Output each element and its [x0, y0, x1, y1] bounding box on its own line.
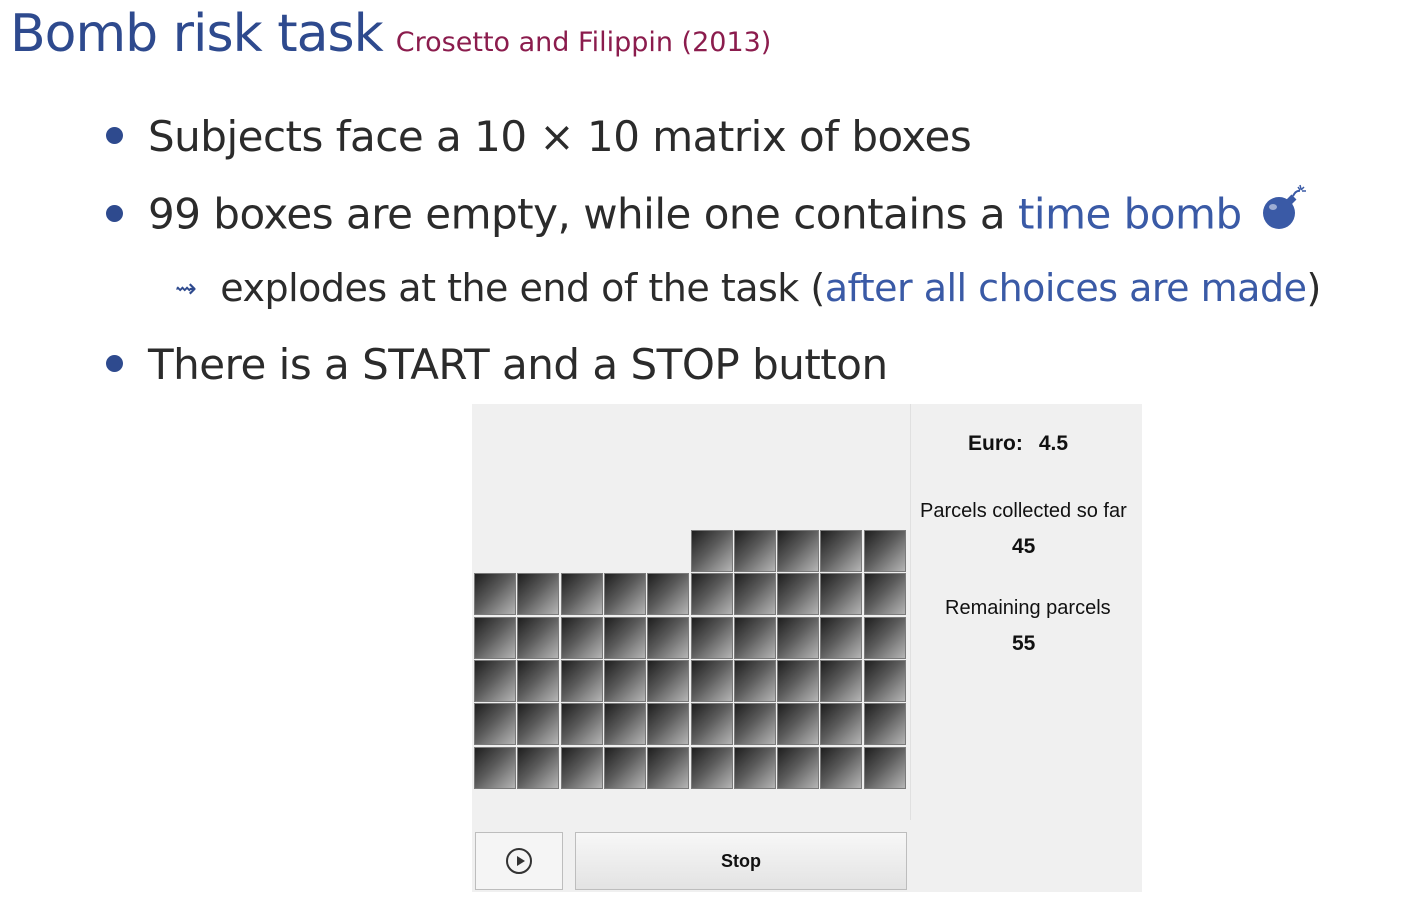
bullet-text: There is a START and a STOP button [148, 340, 888, 389]
box-cell[interactable] [863, 703, 906, 746]
box-cell[interactable] [777, 659, 820, 702]
collected-value: 45 [1012, 535, 1036, 558]
slide-title-row: Bomb risk task Crosetto and Filippin (20… [10, 4, 771, 64]
box-cell[interactable] [647, 703, 690, 746]
box-cell[interactable] [517, 703, 560, 746]
box-cell[interactable] [820, 746, 863, 789]
box-cell[interactable] [733, 616, 776, 659]
box-cell[interactable] [647, 573, 690, 616]
box-cell[interactable] [863, 659, 906, 702]
info-panel: Euro: 4.5 Parcels collected so far 45 Rem… [912, 404, 1142, 892]
start-button[interactable] [475, 832, 563, 890]
bomb-icon [1260, 184, 1308, 242]
bullet-dot [106, 204, 123, 222]
box-cell[interactable] [517, 616, 560, 659]
box-cell[interactable] [690, 703, 733, 746]
box-cell[interactable] [474, 616, 516, 659]
euro-value: 4.5 [1038, 432, 1069, 455]
box-cell[interactable] [820, 616, 863, 659]
collected-label: Parcels collected so far [920, 500, 1127, 522]
box-cell[interactable] [777, 573, 820, 616]
sub-bullet-text: explodes at the end of the task ( [220, 266, 825, 310]
squiggle-arrow-icon: ⇝ [175, 274, 197, 304]
play-circle-icon [506, 848, 532, 874]
box-cell[interactable] [733, 530, 776, 572]
box-grid-area [472, 404, 911, 820]
box-cell[interactable] [474, 659, 516, 702]
box-cell[interactable] [733, 659, 776, 702]
box-cell[interactable] [560, 746, 603, 789]
box-cell[interactable] [690, 573, 733, 616]
box-cell[interactable] [777, 703, 820, 746]
box-cell[interactable] [647, 659, 690, 702]
box-cell[interactable] [560, 703, 603, 746]
box-cell[interactable] [777, 746, 820, 789]
slide-title: Bomb risk task [10, 4, 384, 64]
box-cell[interactable] [560, 573, 603, 616]
box-cell[interactable] [517, 659, 560, 702]
bullet-matrix: Subjects face a 10 × 10 matrix of boxes [106, 112, 972, 161]
box-cell[interactable] [733, 746, 776, 789]
sub-bullet-close: ) [1306, 266, 1321, 310]
after-choices-highlight: after all choices are made [824, 266, 1307, 310]
box-cell[interactable] [690, 530, 733, 572]
box-cell[interactable] [603, 659, 646, 702]
box-cell[interactable] [517, 573, 560, 616]
euro-label: Euro: [968, 432, 1023, 455]
controls-bar: Stop [472, 830, 910, 892]
box-cell[interactable] [863, 573, 906, 616]
box-cell[interactable] [777, 530, 820, 572]
bomb-task-app: Euro: 4.5 Parcels collected so far 45 Rem… [472, 404, 1142, 892]
box-cell[interactable] [474, 746, 516, 789]
box-cell[interactable] [733, 703, 776, 746]
bullet-dot [106, 127, 123, 144]
box-cell[interactable] [733, 573, 776, 616]
bullet-text: 99 boxes are empty, while one contains a [148, 189, 1018, 239]
euro-readout: Euro: 4.5 [968, 432, 1068, 456]
box-cell[interactable] [560, 659, 603, 702]
box-cell[interactable] [690, 616, 733, 659]
sub-bullet-explodes: ⇝ explodes at the end of the task (after … [175, 266, 1321, 310]
box-cell[interactable] [777, 616, 820, 659]
box-grid [474, 530, 908, 790]
box-cell[interactable] [863, 616, 906, 659]
box-cell[interactable] [603, 703, 646, 746]
box-cell[interactable] [820, 659, 863, 702]
box-cell[interactable] [690, 659, 733, 702]
bullet-buttons: There is a START and a STOP button [106, 340, 888, 389]
box-cell[interactable] [820, 530, 863, 572]
box-cell[interactable] [647, 746, 690, 789]
box-cell[interactable] [647, 616, 690, 659]
box-cell[interactable] [863, 746, 906, 789]
box-cell[interactable] [603, 616, 646, 659]
box-cell[interactable] [474, 573, 516, 616]
box-cell[interactable] [603, 746, 646, 789]
box-cell[interactable] [517, 746, 560, 789]
remaining-value: 55 [1012, 632, 1036, 655]
slide-citation: Crosetto and Filippin (2013) [395, 27, 772, 58]
box-cell[interactable] [820, 703, 863, 746]
box-cell[interactable] [863, 530, 906, 572]
time-bomb-highlight: time bomb [1017, 189, 1242, 239]
bullet-bomb: 99 boxes are empty, while one contains a… [106, 184, 1308, 246]
stop-button[interactable]: Stop [575, 832, 907, 890]
remaining-label: Remaining parcels [945, 597, 1111, 619]
bullet-text: Subjects face a 10 × 10 matrix of boxes [148, 112, 972, 161]
box-cell[interactable] [603, 573, 646, 616]
box-cell[interactable] [474, 703, 516, 746]
box-cell[interactable] [560, 616, 603, 659]
box-cell[interactable] [690, 746, 733, 789]
box-cell[interactable] [820, 573, 863, 616]
bullet-dot [106, 355, 123, 372]
